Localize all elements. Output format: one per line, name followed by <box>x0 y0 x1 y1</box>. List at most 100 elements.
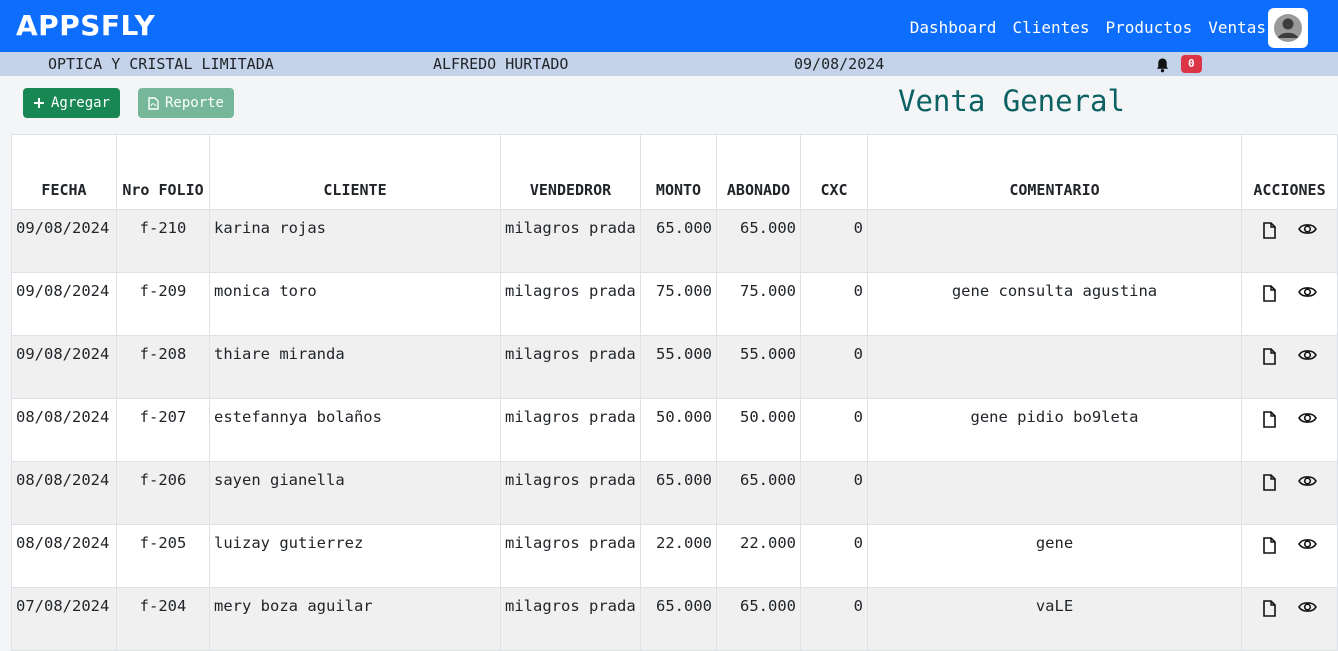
table-row: 09/08/2024 f-209 monica toro milagros prada… <box>11 272 1338 336</box>
cell-vendedor: milagros prada <box>500 461 641 525</box>
cell-monto: 55.000 <box>640 335 717 399</box>
cell-folio: f-210 <box>116 209 210 273</box>
cell-cliente: estefannya bolaños <box>209 398 501 462</box>
header-cliente[interactable]: CLIENTE <box>209 134 501 210</box>
cell-fecha: 09/08/2024 <box>11 335 117 399</box>
cell-vendedor: milagros prada <box>500 398 641 462</box>
cell-fecha: 08/08/2024 <box>11 524 117 588</box>
cell-monto: 22.000 <box>640 524 717 588</box>
cell-acciones <box>1241 524 1338 588</box>
cell-folio: f-208 <box>116 335 210 399</box>
cell-cliente: luizay gutierrez <box>209 524 501 588</box>
table-row: 09/08/2024 f-208 thiare miranda milagros pr… <box>11 335 1338 399</box>
cell-cxc: 0 <box>800 272 868 336</box>
table-row: 08/08/2024 f-206 sayen gianella milagros pr… <box>11 461 1338 525</box>
document-icon[interactable] <box>1262 474 1276 491</box>
pdf-file-icon <box>148 96 159 110</box>
page-title: Venta General <box>898 84 1125 118</box>
header-monto[interactable]: MONTO <box>640 134 717 210</box>
nav-clientes[interactable]: Clientes <box>1012 18 1089 37</box>
cell-folio: f-209 <box>116 272 210 336</box>
cell-abonado: 65.000 <box>716 461 801 525</box>
cell-comentario <box>867 335 1242 399</box>
sales-table: FECHA Nro FOLIO CLIENTE VENDEDROR MONTO … <box>11 134 1338 651</box>
cell-cxc: 0 <box>800 209 868 273</box>
cell-vendedor: milagros prada <box>500 335 641 399</box>
cell-cxc: 0 <box>800 524 868 588</box>
cell-abonado: 22.000 <box>716 524 801 588</box>
add-button[interactable]: Agregar <box>23 88 120 118</box>
header-fecha[interactable]: FECHA <box>11 134 117 210</box>
current-date: 09/08/2024 <box>794 55 885 73</box>
info-bar: OPTICA Y CRISTAL LIMITADA ALFREDO HURTAD… <box>0 52 1338 76</box>
header-folio[interactable]: Nro FOLIO <box>116 134 210 210</box>
eye-icon[interactable] <box>1297 285 1317 302</box>
cell-comentario <box>867 461 1242 525</box>
cell-vendedor: milagros prada <box>500 209 641 273</box>
cell-cliente: thiare miranda <box>209 335 501 399</box>
document-icon[interactable] <box>1262 600 1276 617</box>
document-icon[interactable] <box>1262 285 1276 302</box>
eye-icon[interactable] <box>1297 600 1317 617</box>
cell-acciones <box>1241 209 1338 273</box>
plus-icon <box>33 98 44 108</box>
cell-acciones <box>1241 398 1338 462</box>
cell-abonado: 75.000 <box>716 272 801 336</box>
document-icon[interactable] <box>1262 411 1276 428</box>
document-icon[interactable] <box>1262 348 1276 365</box>
cell-monto: 50.000 <box>640 398 717 462</box>
header-vendedor[interactable]: VENDEDROR <box>500 134 641 210</box>
cell-comentario: gene pidio bo9leta <box>867 398 1242 462</box>
document-icon[interactable] <box>1262 537 1276 554</box>
cell-folio: f-205 <box>116 524 210 588</box>
report-button[interactable]: Reporte <box>138 88 234 118</box>
add-button-label: Agregar <box>50 95 110 111</box>
cell-acciones <box>1241 461 1338 525</box>
user-name: ALFREDO HURTADO <box>433 55 569 73</box>
cell-cxc: 0 <box>800 335 868 399</box>
nav-productos[interactable]: Productos <box>1106 18 1193 37</box>
cell-acciones <box>1241 272 1338 336</box>
nav-ventas[interactable]: Ventas <box>1208 18 1266 37</box>
eye-icon[interactable] <box>1297 474 1317 491</box>
nav-dashboard[interactable]: Dashboard <box>910 18 997 37</box>
cell-comentario: gene <box>867 524 1242 588</box>
cell-cliente: monica toro <box>209 272 501 336</box>
document-icon[interactable] <box>1262 222 1276 239</box>
cell-monto: 65.000 <box>640 461 717 525</box>
company-name: OPTICA Y CRISTAL LIMITADA <box>48 55 274 73</box>
cell-fecha: 08/08/2024 <box>11 461 117 525</box>
eye-icon[interactable] <box>1297 537 1317 554</box>
user-avatar[interactable] <box>1268 8 1308 48</box>
eye-icon[interactable] <box>1297 222 1317 239</box>
notification-badge: 0 <box>1181 55 1202 73</box>
user-avatar-icon <box>1274 14 1302 42</box>
cell-vendedor: milagros prada <box>500 272 641 336</box>
cell-abonado: 55.000 <box>716 335 801 399</box>
table-row: 08/08/2024 f-207 estefannya bolaños milagro… <box>11 398 1338 462</box>
header-cxc[interactable]: CXC <box>800 134 868 210</box>
table-row: 09/08/2024 f-210 karina rojas milagros prad… <box>11 209 1338 273</box>
cell-acciones <box>1241 335 1338 399</box>
cell-monto: 75.000 <box>640 272 717 336</box>
table-row: 08/08/2024 f-205 luizay gutierrez milagros … <box>11 524 1338 588</box>
cell-cxc: 0 <box>800 398 868 462</box>
cell-abonado: 65.000 <box>716 209 801 273</box>
top-navbar: APPSFLY Dashboard Clientes Productos Ven… <box>0 0 1338 52</box>
cell-folio: f-206 <box>116 461 210 525</box>
cell-cliente: sayen gianella <box>209 461 501 525</box>
cell-comentario: gene consulta agustina <box>867 272 1242 336</box>
eye-icon[interactable] <box>1297 348 1317 365</box>
cell-fecha: 09/08/2024 <box>11 272 117 336</box>
cell-cliente: karina rojas <box>209 209 501 273</box>
cell-comentario <box>867 209 1242 273</box>
brand-logo[interactable]: APPSFLY <box>16 9 155 42</box>
header-comentario[interactable]: COMENTARIO <box>867 134 1242 210</box>
cell-folio: f-207 <box>116 398 210 462</box>
cell-fecha: 09/08/2024 <box>11 209 117 273</box>
header-acciones: ACCIONES <box>1241 134 1338 210</box>
header-abonado[interactable]: ABONADO <box>716 134 801 210</box>
bell-icon[interactable] <box>1155 57 1170 73</box>
report-button-label: Reporte <box>164 95 224 111</box>
eye-icon[interactable] <box>1297 411 1317 428</box>
